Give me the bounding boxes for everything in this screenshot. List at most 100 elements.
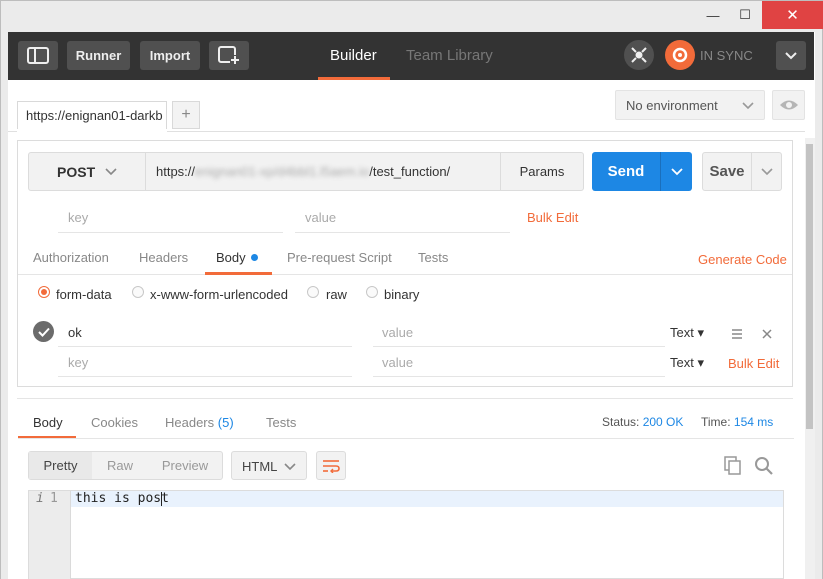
runner-button[interactable]: Runner <box>67 41 130 70</box>
chevron-down-icon <box>785 51 797 59</box>
window-right-border <box>815 32 823 579</box>
tab-pre-request-script[interactable]: Pre-request Script <box>287 250 392 265</box>
form-data-label: form-data <box>56 287 112 302</box>
new-window-button[interactable] <box>209 41 249 70</box>
form-type-select[interactable]: Text ▾ <box>670 325 704 341</box>
response-tab-tests[interactable]: Tests <box>266 415 296 430</box>
environment-quick-look-button[interactable] <box>772 90 805 120</box>
format-select[interactable]: HTML <box>231 451 307 480</box>
response-tab-cookies[interactable]: Cookies <box>91 415 138 430</box>
runner-label: Runner <box>75 48 122 63</box>
status-value: 200 OK <box>642 415 684 429</box>
sidebar-toggle-button[interactable] <box>18 41 58 70</box>
plus-icon: + <box>181 106 191 123</box>
environment-select[interactable]: No environment <box>615 90 765 120</box>
param-key-input[interactable]: key <box>68 210 88 225</box>
url-host-redacted: enignan01-xp/d4bbl1.l5aem.io <box>195 164 370 179</box>
save-options-button[interactable] <box>751 152 782 191</box>
eye-icon <box>779 100 798 110</box>
request-tab[interactable]: https://enignan01-darkb <box>17 101 167 131</box>
response-tab-headers[interactable]: Headers (5) <box>165 415 234 430</box>
sync-button[interactable] <box>665 40 695 70</box>
text-cursor <box>161 492 162 506</box>
minimize-button[interactable]: — <box>697 1 729 29</box>
generate-code-link[interactable]: Generate Code <box>698 252 787 267</box>
tab-authorization[interactable]: Authorization <box>33 250 109 265</box>
form-new-key-underline <box>58 376 352 377</box>
form-new-type-select[interactable]: Text ▾ <box>670 355 704 371</box>
form-value-input[interactable]: value <box>382 325 413 340</box>
url-input[interactable]: https://enignan01-xp/d4bbl1.l5aem.io/tes… <box>145 152 501 191</box>
tab-body[interactable]: Body <box>216 250 258 265</box>
param-key-underline <box>58 232 283 233</box>
drag-handle-icon[interactable] <box>732 327 742 342</box>
method-select[interactable]: POST <box>28 152 146 191</box>
tab-body-label: Body <box>216 250 246 265</box>
send-button[interactable]: Send <box>592 152 660 191</box>
form-value-underline <box>373 346 665 347</box>
form-new-key-input[interactable]: key <box>68 355 88 370</box>
view-mode-preview[interactable]: Preview <box>148 452 222 479</box>
sync-status: IN SYNC <box>700 48 753 63</box>
view-mode-pretty[interactable]: Pretty <box>29 452 92 479</box>
main-scrollbar-thumb[interactable] <box>806 144 813 429</box>
raw-label: raw <box>326 287 347 302</box>
import-button[interactable]: Import <box>140 41 200 70</box>
add-tab-button[interactable]: + <box>172 101 200 129</box>
param-value-underline <box>295 232 510 233</box>
params-bulk-edit-link[interactable]: Bulk Edit <box>527 210 578 225</box>
method-value: POST <box>57 164 96 180</box>
params-label: Params <box>519 164 565 179</box>
format-value: HTML <box>242 459 278 474</box>
checkmark-icon <box>37 327 50 337</box>
tab-headers[interactable]: Headers <box>139 250 188 265</box>
chevron-down-icon <box>105 168 117 176</box>
response-headers-label: Headers <box>165 415 215 430</box>
radio-binary[interactable] <box>366 286 378 298</box>
satellite-icon <box>631 47 647 63</box>
search-icon[interactable] <box>754 456 773 478</box>
wrap-lines-icon <box>323 459 340 473</box>
maximize-icon: ☐ <box>739 7 751 22</box>
response-tabs-divider <box>18 438 794 439</box>
form-new-value-input[interactable]: value <box>382 355 413 370</box>
close-button[interactable]: ✕ <box>762 1 823 29</box>
x-www-form-urlencoded-label: x-www-form-urlencoded <box>150 287 288 302</box>
send-label: Send <box>607 163 645 180</box>
tab-tests[interactable]: Tests <box>418 250 448 265</box>
window-left-border <box>0 32 8 579</box>
row-enabled-checkbox[interactable] <box>33 321 54 342</box>
response-tab-body[interactable]: Body <box>33 415 63 430</box>
view-mode-raw[interactable]: Raw <box>93 452 147 479</box>
body-tab-indicator <box>205 272 272 275</box>
copy-icon[interactable] <box>724 456 742 478</box>
interceptor-button[interactable] <box>624 40 654 70</box>
tab-team-library[interactable]: Team Library <box>406 47 493 64</box>
param-value-input[interactable]: value <box>305 210 336 225</box>
save-button[interactable]: Save <box>702 152 752 191</box>
radio-form-data[interactable] <box>38 286 50 298</box>
maximize-button[interactable]: ☐ <box>729 1 761 29</box>
form-key-underline <box>58 346 352 347</box>
radio-raw[interactable] <box>307 286 319 298</box>
line-number: 1 <box>50 491 58 506</box>
new-window-icon <box>218 46 240 65</box>
chevron-down-icon <box>742 102 754 110</box>
chevron-down-icon <box>760 167 773 175</box>
form-bulk-edit-link[interactable]: Bulk Edit <box>728 356 779 371</box>
request-tabs-divider <box>18 274 792 275</box>
radio-x-www-form-urlencoded[interactable] <box>132 286 144 298</box>
info-marker-icon: i <box>36 491 44 506</box>
tab-builder[interactable]: Builder <box>330 47 377 64</box>
url-prefix: https:// <box>156 164 196 179</box>
response-time: Time: 154 ms <box>701 415 773 429</box>
binary-label: binary <box>384 287 420 302</box>
send-options-button[interactable] <box>660 152 692 191</box>
form-key-input[interactable]: ok <box>68 325 82 340</box>
menu-dropdown-button[interactable] <box>776 41 806 70</box>
params-button[interactable]: Params <box>500 152 584 191</box>
import-label: Import <box>149 48 191 63</box>
wrap-lines-button[interactable] <box>316 451 346 480</box>
minimize-icon: — <box>706 7 720 23</box>
delete-row-icon[interactable] <box>762 327 772 342</box>
